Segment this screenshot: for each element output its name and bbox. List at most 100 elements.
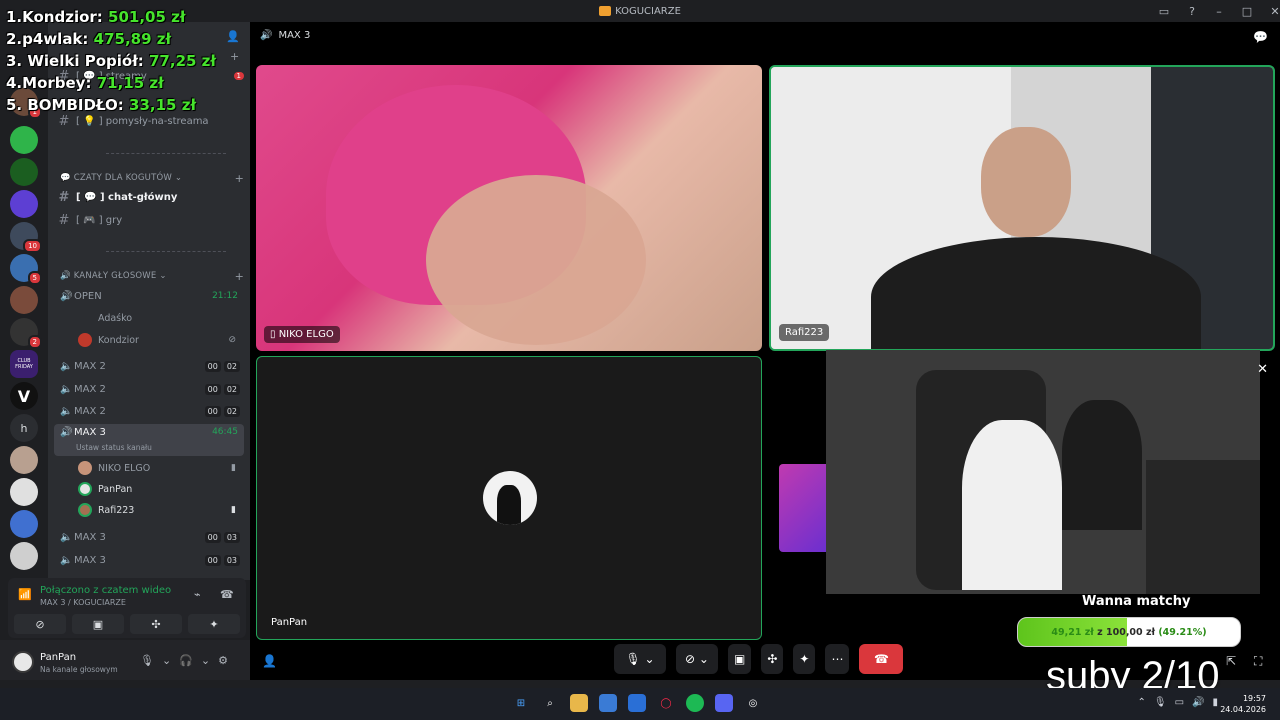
search-icon[interactable]: ⌕ bbox=[541, 694, 559, 712]
discord-icon[interactable] bbox=[715, 694, 733, 712]
disconnect-icon[interactable]: ☎ bbox=[220, 588, 234, 601]
voice-user[interactable]: Adaśko bbox=[78, 308, 244, 328]
server-icon[interactable] bbox=[10, 190, 38, 218]
connection-location[interactable]: MAX 3 / KOGUCIARZE bbox=[40, 598, 126, 607]
video-tile-niko-elgo[interactable]: ▯ NIKO ELGO bbox=[256, 65, 762, 351]
voice-channel-max3-active[interactable]: 🔊 MAX 3 46:45 Ustaw status kanału bbox=[54, 424, 244, 456]
server-logo-icon bbox=[599, 6, 612, 16]
voice-user[interactable]: Kondzior ⊘ bbox=[78, 330, 244, 350]
avatar[interactable] bbox=[12, 651, 34, 673]
add-member-icon[interactable]: 👤 bbox=[226, 30, 240, 43]
settings-icon[interactable]: ⚙ bbox=[218, 654, 228, 667]
store-icon[interactable] bbox=[599, 694, 617, 712]
camera-button[interactable]: ⊘ ⌄ bbox=[676, 644, 718, 674]
plus-icon[interactable]: + bbox=[230, 50, 239, 63]
minimize-button[interactable]: – bbox=[1205, 5, 1233, 18]
server-icon[interactable] bbox=[10, 478, 38, 506]
channel-chat-glowny[interactable]: # [ 💬 ] chat-główny bbox=[56, 187, 244, 207]
screen-share-button[interactable]: ▣ bbox=[72, 614, 124, 634]
network-icon[interactable]: ▭ bbox=[1175, 697, 1184, 708]
server-icon-h[interactable]: h bbox=[10, 414, 38, 442]
fullscreen-icon[interactable]: ⛶ bbox=[1254, 654, 1262, 669]
voice-channel-max2[interactable]: 🔈 MAX 2 00 02 bbox=[54, 379, 244, 399]
video-tile-rafi223[interactable]: Rafi223 bbox=[769, 65, 1275, 351]
help-icon[interactable]: ? bbox=[1178, 5, 1206, 18]
chevron-down-icon[interactable]: ⌄ bbox=[162, 654, 171, 667]
category-czaty[interactable]: 💬 CZATY DLA KOGUTÓW ⌄ + bbox=[60, 171, 244, 185]
chevron-down-icon[interactable]: ⌄ bbox=[201, 654, 210, 667]
voice-channel-open[interactable]: 🔊 OPEN 21:12 bbox=[54, 286, 244, 306]
more-options-button[interactable]: ⋯ bbox=[825, 644, 850, 674]
goal-title: Wanna matchy bbox=[1082, 594, 1191, 609]
windows-start-icon[interactable]: ⊞ bbox=[512, 694, 530, 712]
voice-user[interactable]: NIKO ELGO ▮ bbox=[78, 458, 244, 478]
category-kanaly-glosowe[interactable]: 🔊 KANAŁY GŁOSOWE ⌄ + bbox=[60, 269, 244, 283]
video-content bbox=[871, 237, 1201, 349]
battery-icon[interactable]: ▮ bbox=[1212, 697, 1218, 708]
volume-icon[interactable]: 🔊 bbox=[1192, 697, 1204, 708]
maximize-button[interactable]: □ bbox=[1233, 5, 1261, 18]
outlook-icon[interactable] bbox=[628, 694, 646, 712]
voice-user[interactable]: Rafi223 ▮ bbox=[78, 500, 244, 520]
add-person-icon[interactable]: 👤 bbox=[262, 654, 277, 668]
server-icon[interactable] bbox=[10, 542, 38, 570]
opera-icon[interactable]: ◯ bbox=[657, 694, 675, 712]
camera-off-button[interactable]: ⊘ bbox=[14, 614, 66, 634]
connection-status[interactable]: Połączono z czatem wideo bbox=[40, 585, 171, 596]
microphone-icon[interactable]: 🎙 bbox=[1154, 697, 1167, 708]
server-icon[interactable] bbox=[10, 126, 38, 154]
microphone-button[interactable]: 🎙 ⌄ bbox=[614, 644, 666, 674]
server-icon[interactable]: 2 bbox=[10, 318, 42, 349]
user-status: Na kanale głosowym bbox=[40, 665, 118, 674]
pop-out-icon[interactable]: ⇱ bbox=[1226, 654, 1236, 668]
voice-user[interactable]: PanPan bbox=[78, 479, 244, 499]
leaderboard-row: 1.Kondzior: 501,05 zł bbox=[6, 8, 186, 26]
voice-channel-max2[interactable]: 🔈 MAX 2 00 02 bbox=[54, 401, 244, 421]
voice-channel-max2[interactable]: 🔈 MAX 2 00 02 bbox=[54, 356, 244, 376]
divider bbox=[106, 153, 226, 154]
channel-gry[interactable]: # [ 🎮 ] gry bbox=[56, 210, 244, 230]
plus-icon[interactable]: + bbox=[235, 270, 244, 283]
leaderboard-row: 2.p4wlak: 475,89 zł bbox=[6, 30, 172, 48]
speaker-icon: 🔈 bbox=[60, 405, 73, 417]
signal-icon[interactable]: 📶 bbox=[18, 588, 32, 601]
voice-channel-max3[interactable]: 🔈 MAX 3 00 03 bbox=[54, 527, 244, 547]
activities-button[interactable]: ✣ bbox=[761, 644, 784, 674]
voice-channel-max3[interactable]: 🔈 MAX 3 00 03 bbox=[54, 550, 244, 570]
headphones-icon[interactable]: 🎧 bbox=[179, 654, 193, 667]
server-icon[interactable] bbox=[10, 446, 38, 474]
server-icon-v[interactable]: V bbox=[10, 382, 38, 410]
spotify-icon[interactable] bbox=[686, 694, 704, 712]
call-header: 🔊 MAX 3 bbox=[260, 30, 310, 41]
hash-icon: # bbox=[58, 212, 70, 228]
soundboard-button[interactable]: ✦ bbox=[793, 644, 816, 674]
server-icon[interactable] bbox=[10, 510, 38, 538]
call-area: 🔊 MAX 3 💬 ▯ NIKO ELGO Rafi223 PanPan ✕ 🎙… bbox=[250, 22, 1280, 680]
user-limit-badge: 00 02 bbox=[204, 405, 240, 417]
obs-icon[interactable]: ◎ bbox=[744, 694, 762, 712]
video-tile-panpan[interactable]: PanPan bbox=[256, 356, 762, 640]
chat-icon[interactable]: 💬 bbox=[1253, 30, 1268, 44]
server-icon[interactable]: 10 bbox=[10, 222, 42, 253]
server-icon[interactable] bbox=[10, 158, 38, 186]
inbox-icon[interactable]: ▭ bbox=[1150, 5, 1178, 18]
channel-status[interactable]: Ustaw status kanału bbox=[76, 443, 152, 452]
mention-badge: 2 bbox=[27, 335, 42, 349]
chevron-up-icon[interactable]: ⌃ bbox=[1137, 697, 1145, 708]
activities-button[interactable]: ✣ bbox=[130, 614, 182, 634]
plus-icon[interactable]: + bbox=[235, 172, 244, 185]
server-icon[interactable]: 5 bbox=[10, 254, 42, 285]
server-icon[interactable] bbox=[10, 286, 38, 314]
microphone-icon[interactable]: 🎙 bbox=[140, 654, 154, 667]
screen-share-button[interactable]: ▣ bbox=[728, 644, 752, 674]
file-explorer-icon[interactable] bbox=[570, 694, 588, 712]
noise-suppression-icon[interactable]: ⌁ bbox=[194, 588, 201, 601]
close-button[interactable]: ✕ bbox=[1261, 5, 1280, 18]
clock[interactable]: 19:57 24.04.2026 bbox=[1220, 693, 1266, 715]
disconnect-button[interactable]: ☎ bbox=[859, 644, 904, 674]
soundboard-button[interactable]: ✦ bbox=[188, 614, 240, 634]
username[interactable]: PanPan bbox=[40, 652, 76, 663]
close-icon[interactable]: ✕ bbox=[1257, 362, 1268, 377]
speaker-icon: 🔊 bbox=[60, 427, 73, 438]
server-icon-club-friday[interactable]: CLUB FRIDAY bbox=[10, 350, 38, 378]
